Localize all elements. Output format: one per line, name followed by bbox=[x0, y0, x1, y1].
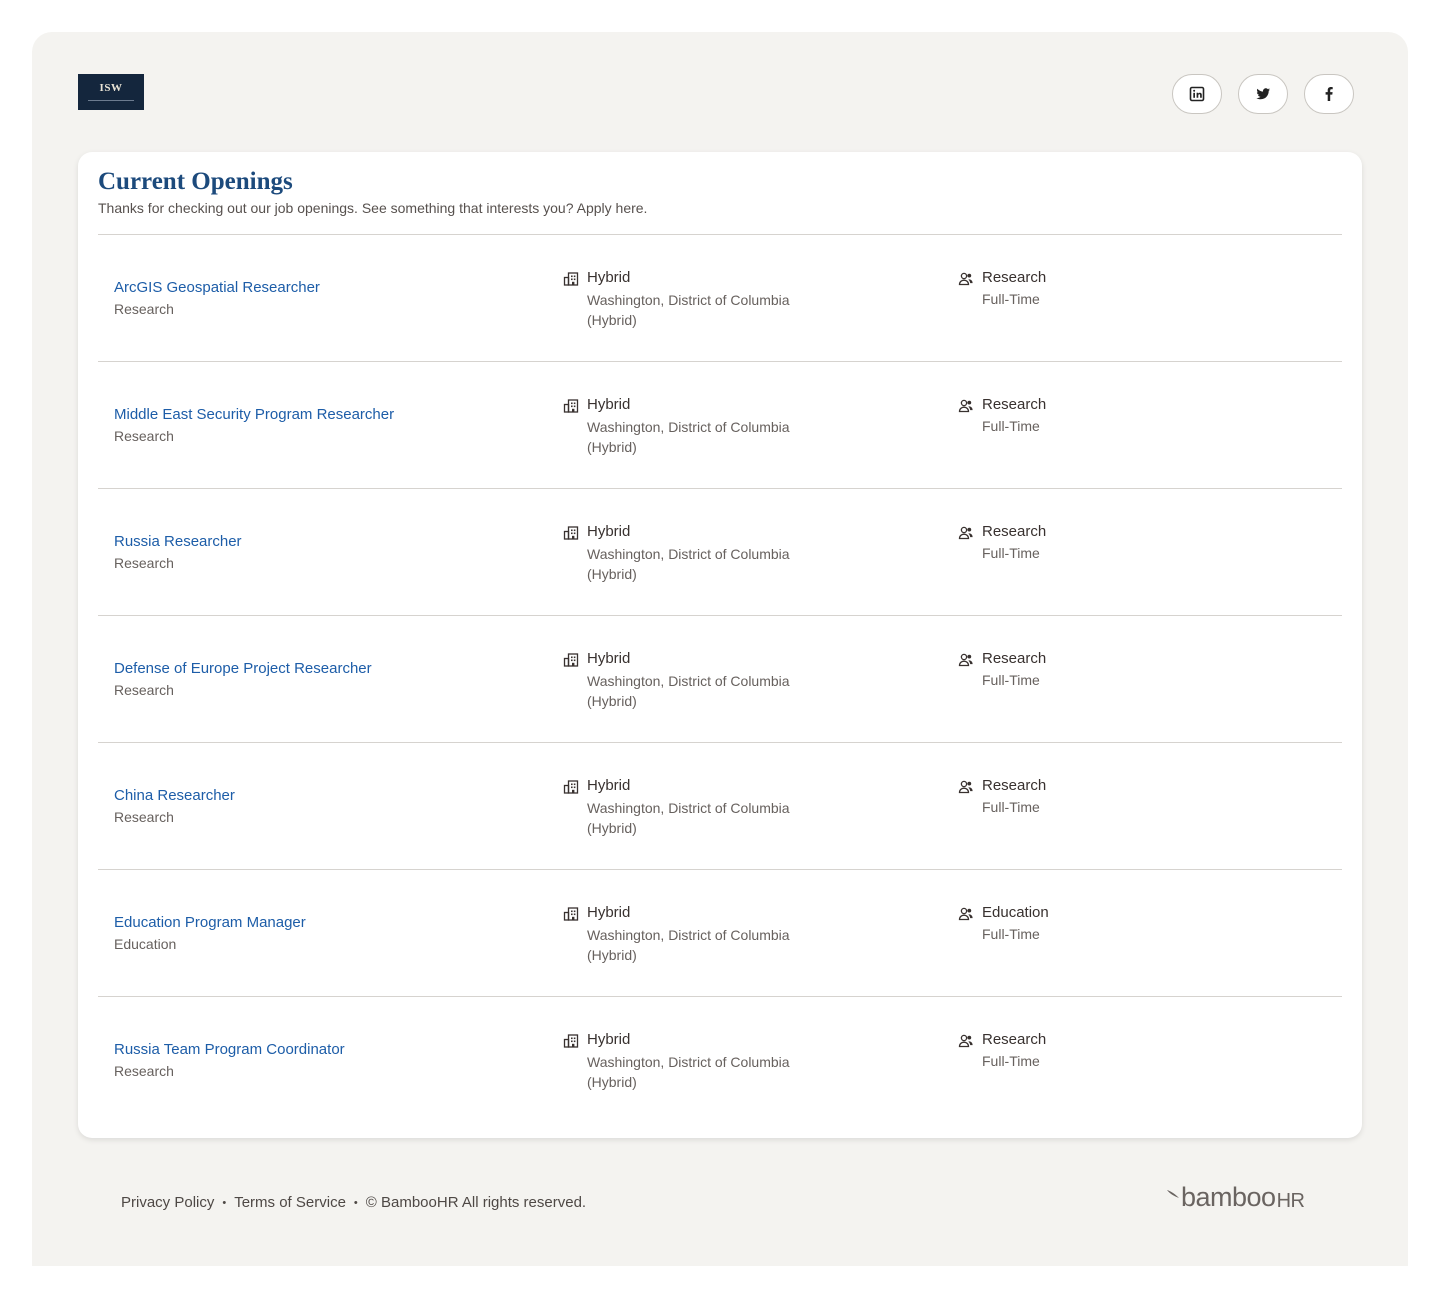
page-subtitle: Thanks for checking out our job openings… bbox=[98, 200, 648, 216]
linkedin-icon bbox=[1189, 86, 1205, 102]
location-type: Hybrid bbox=[587, 650, 631, 667]
location-detail: Washington, District of Columbia (Hybrid… bbox=[587, 419, 790, 455]
job-title-link[interactable]: Russia Researcher bbox=[114, 533, 242, 550]
people-icon bbox=[958, 398, 974, 414]
employment-type: Full-Time bbox=[982, 1053, 1040, 1069]
employment-type: Full-Time bbox=[982, 418, 1040, 434]
team-name: Research bbox=[982, 650, 1047, 667]
people-icon bbox=[958, 271, 974, 287]
building-icon bbox=[563, 525, 579, 541]
twitter-icon bbox=[1255, 86, 1271, 102]
bamboo-leaf-icon bbox=[1167, 1190, 1179, 1198]
building-icon bbox=[563, 906, 579, 922]
job-department: Research bbox=[114, 555, 174, 571]
employment-type: Full-Time bbox=[982, 799, 1040, 815]
building-icon bbox=[563, 1033, 579, 1049]
privacy-policy-link[interactable]: Privacy Policy bbox=[121, 1194, 214, 1211]
facebook-button[interactable] bbox=[1304, 74, 1354, 114]
location-detail: Washington, District of Columbia (Hybrid… bbox=[587, 800, 790, 836]
logo-text: ISW bbox=[99, 81, 123, 94]
footer-separator: • bbox=[222, 1196, 227, 1209]
job-list: ArcGIS Geospatial Researcher Research Hy… bbox=[98, 234, 1342, 1123]
team-name: Research bbox=[982, 269, 1047, 286]
location-detail: Washington, District of Columbia (Hybrid… bbox=[587, 546, 790, 582]
people-icon bbox=[958, 525, 974, 541]
bamboohr-logo[interactable]: bamboo HR bbox=[1166, 1182, 1305, 1213]
brand-suffix: HR bbox=[1276, 1190, 1305, 1212]
terms-of-service-link[interactable]: Terms of Service bbox=[234, 1194, 346, 1211]
job-title-link[interactable]: Defense of Europe Project Researcher bbox=[114, 660, 372, 677]
job-row: Russia Researcher Research Hybrid Washin… bbox=[98, 488, 1342, 615]
facebook-icon bbox=[1321, 86, 1337, 102]
team-name: Education bbox=[982, 904, 1049, 921]
copyright-text: © BambooHR All rights reserved. bbox=[365, 1194, 587, 1211]
building-icon bbox=[563, 398, 579, 414]
job-department: Research bbox=[114, 809, 174, 825]
job-title-link[interactable]: Education Program Manager bbox=[114, 914, 306, 931]
job-department: Research bbox=[114, 301, 174, 317]
location-type: Hybrid bbox=[587, 523, 631, 540]
job-row: Education Program Manager Education Hybr… bbox=[98, 869, 1342, 996]
location-type: Hybrid bbox=[587, 396, 631, 413]
page-background: ISW Current Openings Thanks for checking… bbox=[32, 32, 1408, 1266]
employment-type: Full-Time bbox=[982, 291, 1040, 307]
location-type: Hybrid bbox=[587, 269, 631, 286]
job-row: ArcGIS Geospatial Researcher Research Hy… bbox=[98, 234, 1342, 361]
job-row: Russia Team Program Coordinator Research… bbox=[98, 996, 1342, 1123]
location-type: Hybrid bbox=[587, 777, 631, 794]
job-title-link[interactable]: Middle East Security Program Researcher bbox=[114, 406, 394, 423]
location-detail: Washington, District of Columbia (Hybrid… bbox=[587, 1054, 790, 1090]
page-title: Current Openings bbox=[98, 168, 293, 195]
job-department: Research bbox=[114, 428, 174, 444]
job-row: Middle East Security Program Researcher … bbox=[98, 361, 1342, 488]
header: ISW bbox=[78, 74, 1354, 114]
job-title-link[interactable]: China Researcher bbox=[114, 787, 235, 804]
location-type: Hybrid bbox=[587, 904, 631, 921]
company-logo[interactable]: ISW bbox=[78, 74, 144, 110]
location-type: Hybrid bbox=[587, 1031, 631, 1048]
employment-type: Full-Time bbox=[982, 672, 1040, 688]
team-name: Research bbox=[982, 396, 1047, 413]
location-detail: Washington, District of Columbia (Hybrid… bbox=[587, 673, 790, 709]
footer-links: Privacy Policy • Terms of Service • © Ba… bbox=[121, 1194, 586, 1211]
job-row: China Researcher Research Hybrid Washing… bbox=[98, 742, 1342, 869]
job-department: Research bbox=[114, 1063, 174, 1079]
building-icon bbox=[563, 271, 579, 287]
location-detail: Washington, District of Columbia (Hybrid… bbox=[587, 292, 790, 328]
job-title-link[interactable]: Russia Team Program Coordinator bbox=[114, 1041, 345, 1058]
team-name: Research bbox=[982, 1031, 1047, 1048]
location-detail: Washington, District of Columbia (Hybrid… bbox=[587, 927, 790, 963]
openings-card: Current Openings Thanks for checking out… bbox=[78, 152, 1362, 1138]
job-department: Research bbox=[114, 682, 174, 698]
linkedin-button[interactable] bbox=[1172, 74, 1222, 114]
twitter-button[interactable] bbox=[1238, 74, 1288, 114]
job-department: Education bbox=[114, 936, 177, 952]
employment-type: Full-Time bbox=[982, 545, 1040, 561]
job-title-link[interactable]: ArcGIS Geospatial Researcher bbox=[114, 279, 320, 296]
footer-separator: • bbox=[353, 1196, 358, 1209]
people-icon bbox=[958, 652, 974, 668]
logo-underline bbox=[88, 99, 134, 102]
team-name: Research bbox=[982, 777, 1047, 794]
people-icon bbox=[958, 779, 974, 795]
employment-type: Full-Time bbox=[982, 926, 1040, 942]
people-icon bbox=[958, 906, 974, 922]
people-icon bbox=[958, 1033, 974, 1049]
team-name: Research bbox=[982, 523, 1047, 540]
building-icon bbox=[563, 652, 579, 668]
brand-name: bamboo bbox=[1181, 1182, 1276, 1212]
job-row: Defense of Europe Project Researcher Res… bbox=[98, 615, 1342, 742]
building-icon bbox=[563, 779, 579, 795]
